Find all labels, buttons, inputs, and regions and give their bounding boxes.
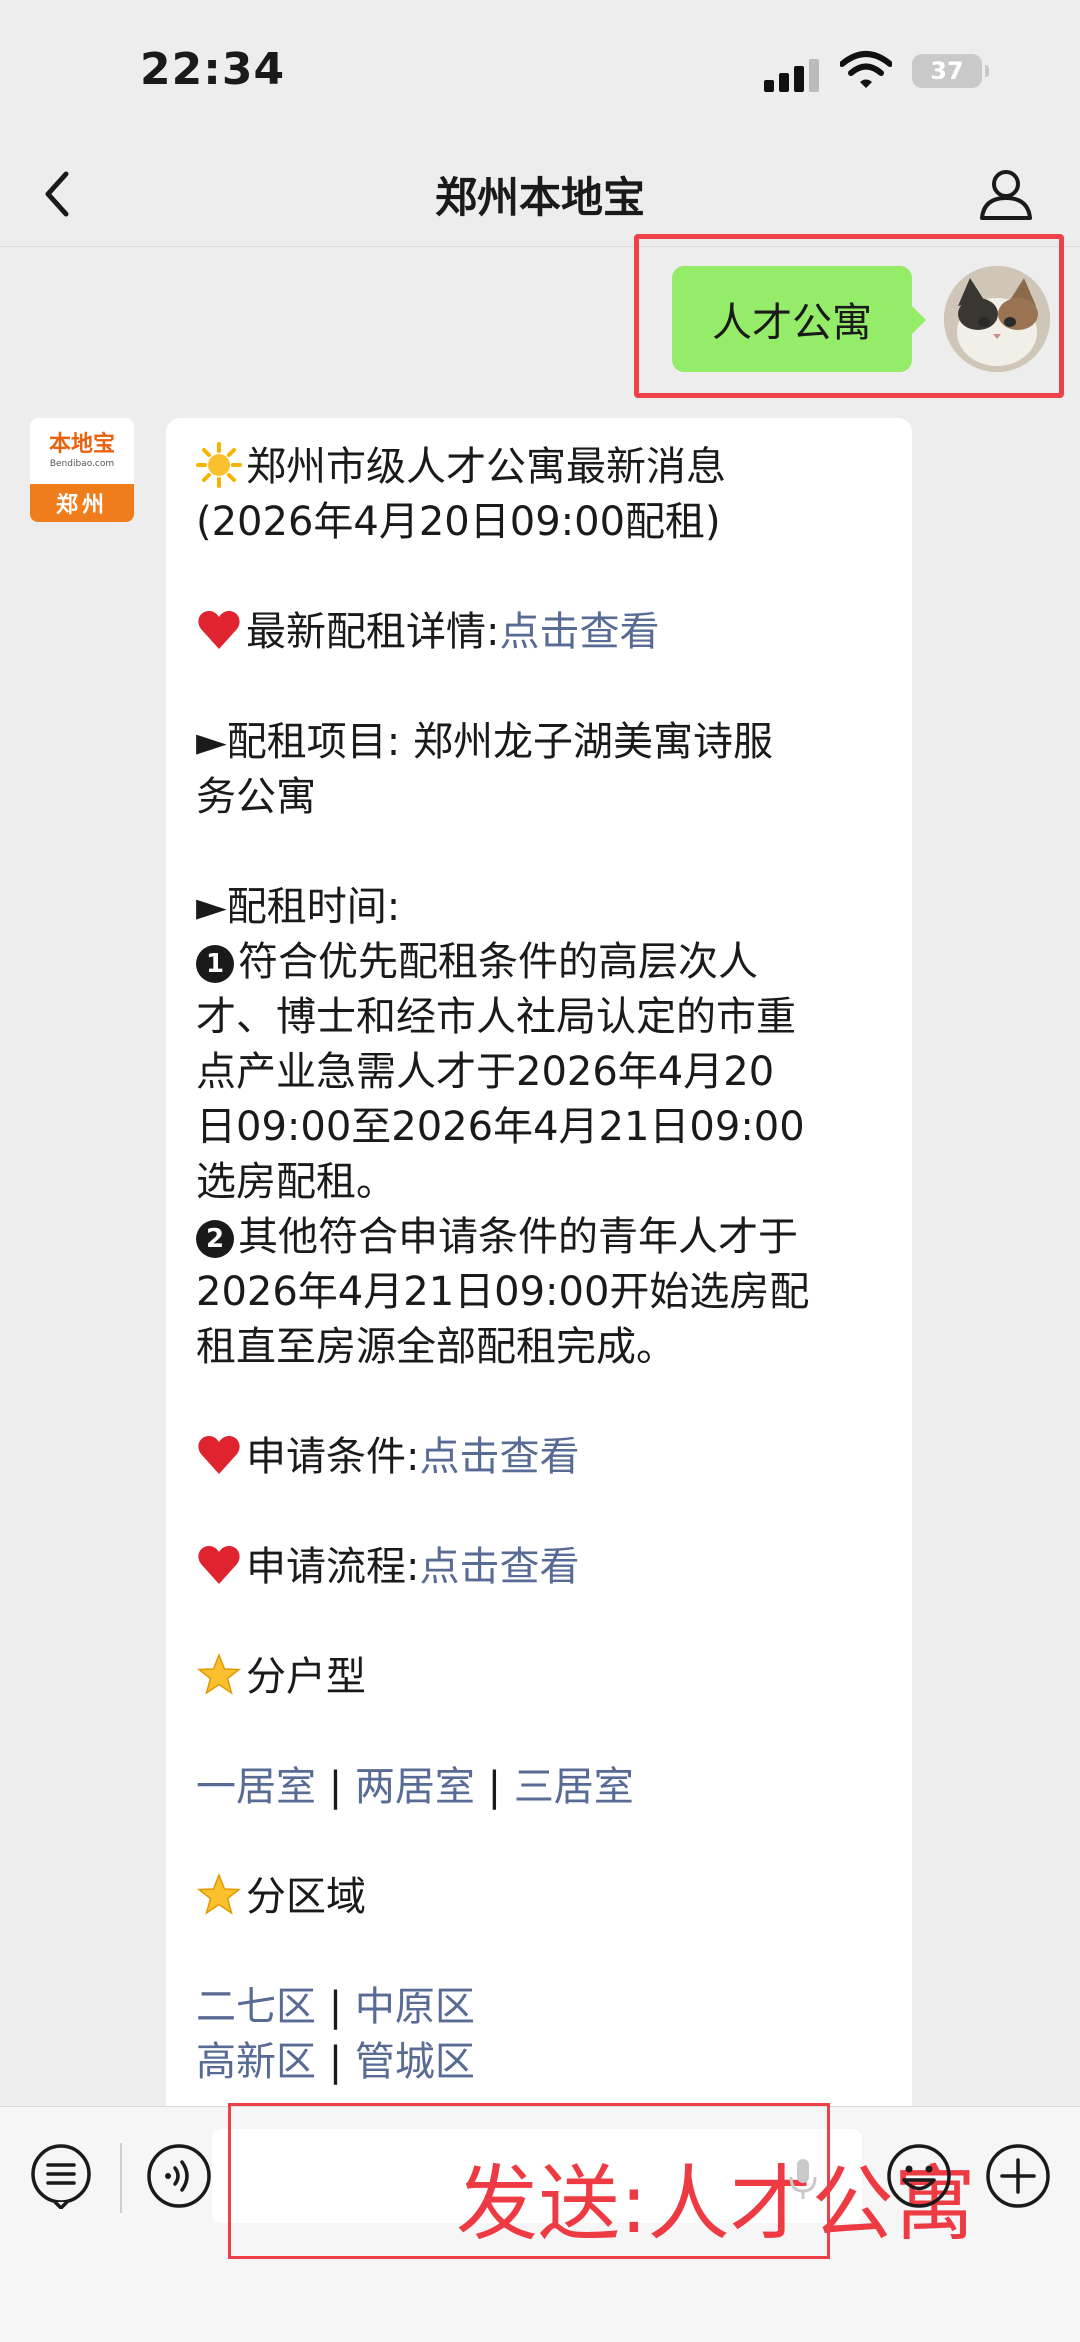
signal-icon: [764, 58, 824, 92]
area-link-4[interactable]: 管城区: [355, 2039, 475, 2085]
emoji-icon[interactable]: [886, 2143, 952, 2209]
received-message-bubble[interactable]: 郑州市级人才公寓最新消息 (2026年4月20日09:00配租) 最新配租详情:…: [166, 418, 912, 2118]
process-label: 申请流程:: [246, 1544, 420, 1590]
process-link[interactable]: 点击查看: [419, 1544, 579, 1590]
nav-bar: 郑州本地宝: [0, 140, 1080, 247]
project-line-2: 务公寓: [196, 774, 316, 820]
item1-text-1: 符合优先配租条件的高层次人: [238, 939, 758, 985]
room-type-link-2[interactable]: 两居室: [355, 1764, 475, 1810]
area-links-row-1: 二七区 | 中原区: [196, 1980, 886, 2035]
separator: |: [316, 1764, 355, 1810]
avatar-city: 郑州: [30, 484, 134, 522]
project-line-1: ►配租项目: 郑州龙子湖美寓诗服: [196, 719, 773, 765]
room-type-link-1[interactable]: 一居室: [196, 1764, 316, 1810]
official-account-avatar[interactable]: 本地宝 Bendibao.com 郑州: [30, 418, 134, 522]
menu-list-icon[interactable]: [28, 2143, 94, 2209]
wifi-icon: [840, 51, 892, 88]
room-type-heading: 分户型: [196, 1650, 886, 1705]
process-line: 申请流程:点击查看: [196, 1540, 886, 1595]
item1-line-1: 1 符合优先配租条件的高层次人: [196, 935, 886, 990]
conditions-label: 申请条件:: [246, 1434, 420, 1480]
sun-icon: [196, 442, 242, 488]
message-content: 郑州市级人才公寓最新消息 (2026年4月20日09:00配租) 最新配租详情:…: [196, 440, 886, 2090]
detail-link[interactable]: 点击查看: [499, 609, 659, 655]
room-type-label: 分户型: [246, 1654, 366, 1700]
page-title: 郑州本地宝: [434, 173, 645, 222]
divider: [120, 2143, 122, 2213]
item2-line-3: 租直至房源全部配租完成。: [196, 1324, 676, 1370]
item2-line-2: 2026年4月21日09:00开始选房配: [196, 1269, 810, 1315]
area-link-1[interactable]: 二七区: [196, 1984, 316, 2030]
room-type-links: 一居室 | 两居室 | 三居室: [196, 1760, 886, 1815]
heart-icon: [198, 611, 240, 649]
headline-line: 郑州市级人才公寓最新消息: [196, 440, 886, 495]
area-link-2[interactable]: 中原区: [355, 1984, 475, 2030]
headline-date: (2026年4月20日09:00配租): [196, 499, 721, 545]
area-links-row-2: 高新区 | 管城区: [196, 2035, 886, 2090]
number-badge-1: 1: [196, 945, 234, 983]
avatar-logo-sub: Bendibao.com: [49, 459, 115, 469]
person-icon[interactable]: [976, 164, 1036, 224]
battery-indicator: 37: [912, 54, 989, 88]
time-label: ►配租时间:: [196, 884, 401, 930]
heart-icon: [198, 1546, 240, 1584]
item1-line-2: 才、博士和经市人社局认定的市重: [196, 994, 796, 1040]
highlight-frame-sent: [634, 234, 1064, 398]
item1-line-3: 点产业急需人才于2026年4月20: [196, 1049, 775, 1095]
conditions-link[interactable]: 点击查看: [419, 1434, 579, 1480]
conditions-line: 申请条件:点击查看: [196, 1430, 886, 1485]
room-type-link-3[interactable]: 三居室: [514, 1764, 634, 1810]
avatar-logo-text: 本地宝: [48, 432, 115, 457]
detail-line: 最新配租详情:点击查看: [196, 605, 886, 660]
separator: |: [316, 2039, 355, 2085]
heart-icon: [198, 1436, 240, 1474]
area-link-3[interactable]: 高新区: [196, 2039, 316, 2085]
item1-line-4: 日09:00至2026年4月21日09:00: [196, 1104, 805, 1150]
item2-line-1: 2 其他符合申请条件的青年人才于: [196, 1210, 886, 1265]
status-bar: 22:34 37: [0, 0, 1080, 140]
status-time: 22:34: [140, 44, 286, 95]
separator: |: [474, 1764, 514, 1810]
item1-line-5: 选房配租。: [196, 1159, 396, 1205]
area-heading: 分区域: [196, 1870, 886, 1925]
highlight-frame-send: [228, 2103, 830, 2259]
star-icon: [196, 1652, 242, 1695]
detail-label: 最新配租详情:: [246, 609, 500, 655]
star-icon: [196, 1872, 242, 1915]
item2-text-1: 其他符合申请条件的青年人才于: [238, 1214, 798, 1260]
area-label: 分区域: [246, 1874, 366, 1920]
avatar-logo: 本地宝 Bendibao.com: [30, 418, 134, 484]
plus-icon[interactable]: [985, 2143, 1051, 2209]
voice-icon[interactable]: [146, 2143, 212, 2209]
headline-text: 郑州市级人才公寓最新消息: [246, 444, 726, 490]
separator: |: [316, 1984, 355, 2030]
number-badge-2: 2: [196, 1220, 234, 1258]
